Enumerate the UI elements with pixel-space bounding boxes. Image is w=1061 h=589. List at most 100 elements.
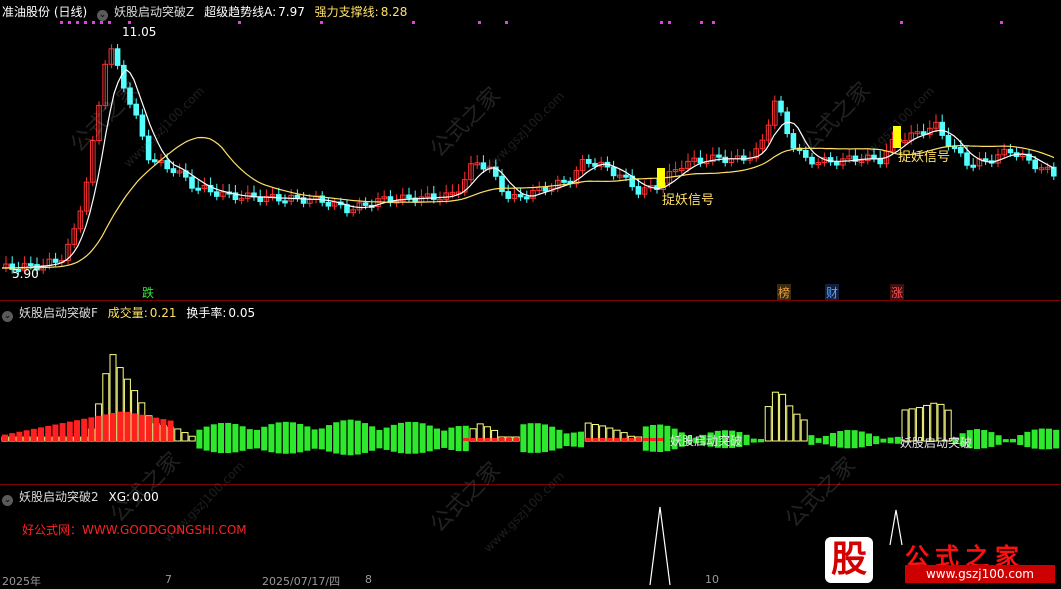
osc-bar [210, 424, 217, 453]
osc-hollow-bar [793, 413, 801, 442]
candle [517, 194, 524, 198]
event-tag-rise[interactable]: 涨 [890, 284, 905, 300]
signal-label-2: 妖股启动突破 [900, 436, 973, 450]
osc-bar [354, 420, 361, 455]
marker-dot [76, 21, 79, 24]
candle [939, 121, 946, 136]
osc-bar [297, 423, 304, 453]
osc-red-bar [95, 415, 102, 441]
axis-date-0: 2025年 [2, 575, 41, 588]
osc-red-bar [167, 420, 174, 441]
osc-bar [750, 438, 757, 443]
osc-bar [304, 426, 311, 451]
osc-bar [578, 431, 584, 448]
osc-red-bar [102, 414, 109, 441]
osc-bar [549, 426, 556, 451]
osc-bar [246, 429, 253, 449]
osc-bar [369, 426, 376, 451]
osc-bar [362, 423, 368, 453]
osc-red-bar [88, 417, 95, 441]
candle [294, 194, 301, 199]
osc-red-bar [59, 423, 66, 441]
candle [214, 191, 220, 197]
osc-hollow-bar [181, 432, 189, 442]
indicator-name[interactable]: 妖股启动突破2 [19, 490, 99, 504]
axis-date-1: 7 [165, 573, 172, 586]
candle [164, 160, 170, 170]
osc-bar [995, 435, 1002, 445]
indicator-toggle-icon[interactable]: ⌄ [2, 495, 13, 506]
event-tag-finance[interactable]: 财 [825, 284, 840, 300]
signal-bar [657, 168, 665, 188]
osc-red-bar [650, 438, 656, 441]
candle [542, 186, 549, 192]
osc-red-bar [621, 438, 628, 441]
marker-dot [60, 21, 63, 24]
osc-red-bar [635, 438, 642, 441]
marker-dot [100, 21, 103, 24]
osc-red-bar [592, 438, 599, 441]
candle [834, 161, 840, 166]
osc-bar [333, 422, 340, 454]
indicator-name[interactable]: 妖股启动突破Z [114, 5, 194, 19]
stock-name: 准油股份 (日线) [2, 5, 88, 19]
osc-bar [563, 433, 570, 447]
marker-dot [712, 21, 715, 24]
indicator-toggle-icon[interactable]: ⌄ [2, 311, 13, 322]
osc-hollow-bar [174, 428, 182, 442]
indicator-toggle-icon[interactable]: ⌄ [97, 10, 109, 21]
osc-bar [196, 429, 203, 449]
osc-bar [448, 427, 455, 450]
candle [945, 134, 952, 148]
osc-bar [527, 423, 534, 453]
candle [951, 146, 958, 150]
osc-bar [203, 426, 210, 451]
event-tag-down[interactable]: 跌 [142, 284, 154, 300]
candle [114, 48, 121, 66]
candle [958, 146, 964, 154]
osc-bar [390, 424, 397, 452]
axis-date-4: 10 [705, 573, 719, 586]
indicator-name[interactable]: 妖股启动突破F [19, 306, 98, 320]
osc-bar [808, 435, 815, 445]
osc-bar [383, 427, 390, 450]
xg-spike [649, 506, 671, 586]
line-a-label: 超级趋势线A: [204, 5, 277, 19]
osc-bar [815, 438, 822, 443]
marker-dot [68, 21, 71, 24]
candle [561, 179, 567, 183]
osc-red-bar [81, 418, 88, 441]
candle [505, 191, 511, 199]
osc-red-bar [45, 425, 52, 441]
candle [362, 202, 369, 206]
osc-bar [844, 430, 851, 449]
osc-bar [570, 432, 577, 447]
candle [195, 187, 201, 191]
candle [635, 186, 642, 195]
osc-bar [1046, 428, 1052, 450]
osc-red-bar [23, 430, 30, 441]
kline-panel[interactable]: 准油股份 (日线) ⌄ 妖股启动突破Z 超级趋势线A: 7.97 强力支撑线: 8.2… [0, 0, 1061, 300]
osc-red-bar [160, 419, 167, 441]
candle [152, 159, 158, 163]
osc-red-bar [52, 424, 59, 441]
candle [282, 200, 288, 204]
osc-bar [398, 422, 404, 454]
turnover-value: 0.05 [228, 306, 256, 320]
marker-dot [320, 21, 323, 24]
osc-bar [326, 425, 332, 452]
candle [623, 174, 629, 178]
osc-red-bar [614, 438, 620, 441]
xg-label: XG: [108, 490, 131, 504]
osc-red-bar [38, 427, 44, 441]
osc-red-bar [9, 433, 16, 441]
osc-bar [880, 438, 887, 443]
osc-hollow-bar [800, 419, 808, 442]
osc-red-bar [628, 438, 635, 441]
osc-bar [261, 426, 268, 451]
osc-red-bar [513, 438, 520, 441]
event-tag-rank[interactable]: 榜 [777, 284, 792, 300]
promo-text: 好公式网：WWW.GOODGONGSHI.COM [22, 523, 247, 537]
osc-red-bar [74, 420, 80, 441]
osc-bar [1053, 429, 1060, 449]
